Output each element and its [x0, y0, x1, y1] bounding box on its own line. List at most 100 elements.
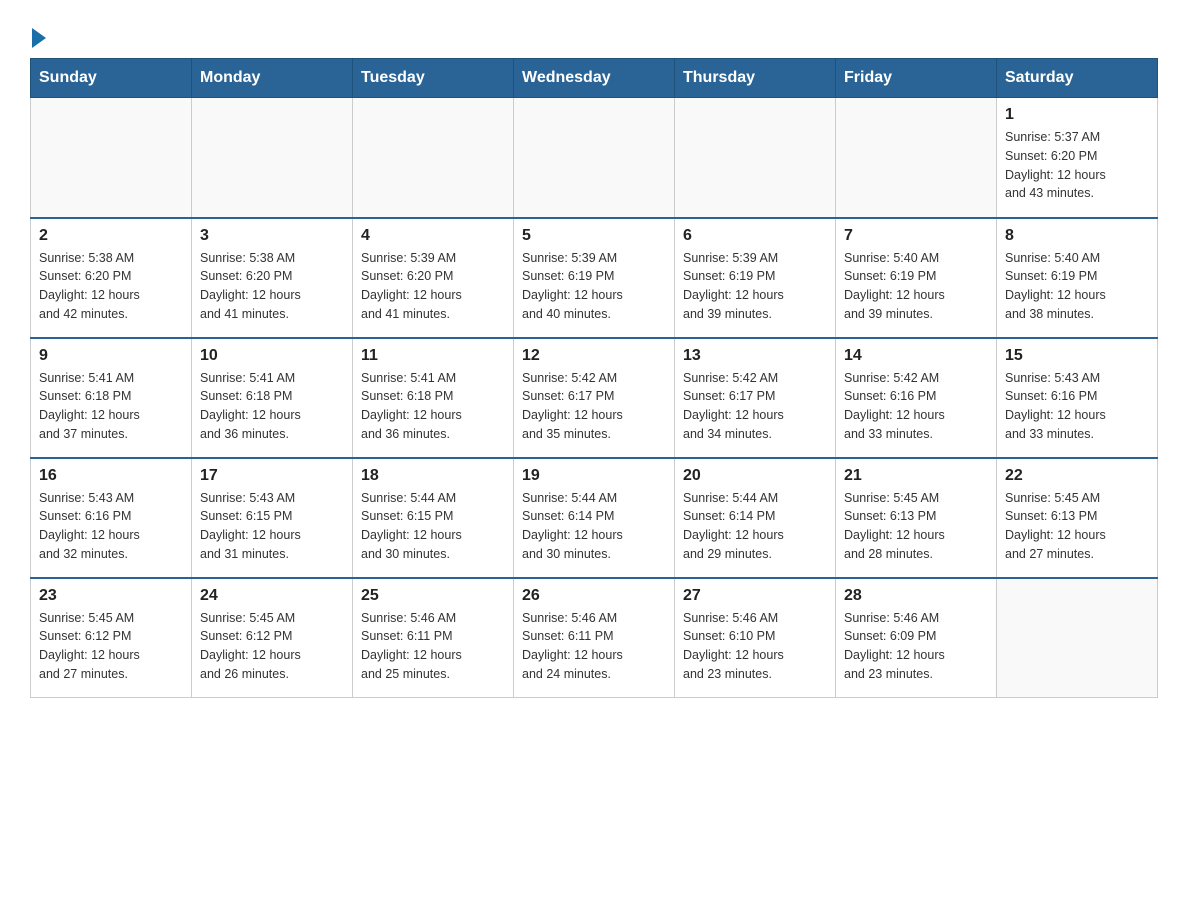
- day-info: Sunrise: 5:43 AM Sunset: 6:15 PM Dayligh…: [200, 489, 344, 564]
- calendar-day-cell: 8 Sunrise: 5:40 AM Sunset: 6:19 PM Daylig…: [997, 218, 1158, 338]
- calendar-day-cell: [31, 98, 192, 218]
- day-info: Sunrise: 5:41 AM Sunset: 6:18 PM Dayligh…: [200, 369, 344, 444]
- calendar-table: SundayMondayTuesdayWednesdayThursdayFrid…: [30, 58, 1158, 698]
- day-info: Sunrise: 5:46 AM Sunset: 6:11 PM Dayligh…: [361, 609, 505, 684]
- calendar-day-cell: 10Sunrise: 5:41 AM Sunset: 6:18 PM Dayli…: [192, 338, 353, 458]
- calendar-week-row: 16 Sunrise: 5:43 AM Sunset: 6:16 PM Dayli…: [31, 458, 1158, 578]
- day-info: Sunrise: 5:40 AM Sunset: 6:19 PM Dayligh…: [844, 249, 988, 324]
- day-info: Sunrise: 5:42 AM Sunset: 6:16 PM Dayligh…: [844, 369, 988, 444]
- calendar-day-cell: [514, 98, 675, 218]
- day-info: Sunrise: 5:45 AM Sunset: 6:13 PM Dayligh…: [1005, 489, 1149, 564]
- calendar-day-cell: 12 Sunrise: 5:42 AM Sunset: 6:17 PM Dayli…: [514, 338, 675, 458]
- weekday-header-friday: Friday: [836, 59, 997, 98]
- calendar-day-cell: [353, 98, 514, 218]
- day-info: Sunrise: 5:46 AM Sunset: 6:09 PM Dayligh…: [844, 609, 988, 684]
- day-info: Sunrise: 5:44 AM Sunset: 6:14 PM Dayligh…: [683, 489, 827, 564]
- logo-text: [30, 30, 46, 48]
- day-info: Sunrise: 5:39 AM Sunset: 6:19 PM Dayligh…: [683, 249, 827, 324]
- day-number: 1: [1005, 106, 1149, 124]
- day-number: 25: [361, 587, 505, 605]
- calendar-day-cell: 22Sunrise: 5:45 AM Sunset: 6:13 PM Dayli…: [997, 458, 1158, 578]
- day-number: 26: [522, 587, 666, 605]
- day-info: Sunrise: 5:37 AM Sunset: 6:20 PM Dayligh…: [1005, 128, 1149, 203]
- day-info: Sunrise: 5:43 AM Sunset: 6:16 PM Dayligh…: [1005, 369, 1149, 444]
- day-info: Sunrise: 5:41 AM Sunset: 6:18 PM Dayligh…: [361, 369, 505, 444]
- day-info: Sunrise: 5:41 AM Sunset: 6:18 PM Dayligh…: [39, 369, 183, 444]
- day-number: 8: [1005, 227, 1149, 245]
- calendar-day-cell: 4 Sunrise: 5:39 AM Sunset: 6:20 PM Daylig…: [353, 218, 514, 338]
- day-number: 7: [844, 227, 988, 245]
- day-info: Sunrise: 5:45 AM Sunset: 6:13 PM Dayligh…: [844, 489, 988, 564]
- day-info: Sunrise: 5:39 AM Sunset: 6:20 PM Dayligh…: [361, 249, 505, 324]
- day-info: Sunrise: 5:45 AM Sunset: 6:12 PM Dayligh…: [39, 609, 183, 684]
- calendar-day-cell: 27 Sunrise: 5:46 AM Sunset: 6:10 PM Dayli…: [675, 578, 836, 698]
- page-header: [30, 20, 1158, 48]
- day-info: Sunrise: 5:39 AM Sunset: 6:19 PM Dayligh…: [522, 249, 666, 324]
- calendar-day-cell: 2 Sunrise: 5:38 AM Sunset: 6:20 PM Daylig…: [31, 218, 192, 338]
- calendar-header-row: SundayMondayTuesdayWednesdayThursdayFrid…: [31, 59, 1158, 98]
- calendar-day-cell: 3 Sunrise: 5:38 AM Sunset: 6:20 PM Daylig…: [192, 218, 353, 338]
- day-number: 2: [39, 227, 183, 245]
- day-number: 18: [361, 467, 505, 485]
- day-number: 13: [683, 347, 827, 365]
- day-number: 4: [361, 227, 505, 245]
- day-number: 3: [200, 227, 344, 245]
- weekday-header-monday: Monday: [192, 59, 353, 98]
- calendar-day-cell: 17 Sunrise: 5:43 AM Sunset: 6:15 PM Dayli…: [192, 458, 353, 578]
- calendar-week-row: 23 Sunrise: 5:45 AM Sunset: 6:12 PM Dayli…: [31, 578, 1158, 698]
- weekday-header-tuesday: Tuesday: [353, 59, 514, 98]
- calendar-day-cell: 6 Sunrise: 5:39 AM Sunset: 6:19 PM Daylig…: [675, 218, 836, 338]
- day-number: 27: [683, 587, 827, 605]
- day-number: 14: [844, 347, 988, 365]
- calendar-day-cell: 26 Sunrise: 5:46 AM Sunset: 6:11 PM Dayli…: [514, 578, 675, 698]
- day-number: 28: [844, 587, 988, 605]
- calendar-day-cell: 18 Sunrise: 5:44 AM Sunset: 6:15 PM Dayli…: [353, 458, 514, 578]
- day-number: 5: [522, 227, 666, 245]
- calendar-day-cell: [192, 98, 353, 218]
- logo: [30, 30, 46, 48]
- day-info: Sunrise: 5:38 AM Sunset: 6:20 PM Dayligh…: [200, 249, 344, 324]
- calendar-day-cell: 13 Sunrise: 5:42 AM Sunset: 6:17 PM Dayli…: [675, 338, 836, 458]
- day-number: 23: [39, 587, 183, 605]
- day-info: Sunrise: 5:42 AM Sunset: 6:17 PM Dayligh…: [522, 369, 666, 444]
- logo-arrow-icon: [32, 28, 46, 48]
- day-info: Sunrise: 5:46 AM Sunset: 6:10 PM Dayligh…: [683, 609, 827, 684]
- day-info: Sunrise: 5:42 AM Sunset: 6:17 PM Dayligh…: [683, 369, 827, 444]
- calendar-day-cell: 11 Sunrise: 5:41 AM Sunset: 6:18 PM Dayli…: [353, 338, 514, 458]
- day-number: 24: [200, 587, 344, 605]
- weekday-header-wednesday: Wednesday: [514, 59, 675, 98]
- calendar-week-row: 9 Sunrise: 5:41 AM Sunset: 6:18 PM Daylig…: [31, 338, 1158, 458]
- calendar-day-cell: 16 Sunrise: 5:43 AM Sunset: 6:16 PM Dayli…: [31, 458, 192, 578]
- day-info: Sunrise: 5:40 AM Sunset: 6:19 PM Dayligh…: [1005, 249, 1149, 324]
- weekday-header-saturday: Saturday: [997, 59, 1158, 98]
- calendar-day-cell: [836, 98, 997, 218]
- calendar-day-cell: 14 Sunrise: 5:42 AM Sunset: 6:16 PM Dayli…: [836, 338, 997, 458]
- day-number: 15: [1005, 347, 1149, 365]
- calendar-day-cell: 19Sunrise: 5:44 AM Sunset: 6:14 PM Dayli…: [514, 458, 675, 578]
- calendar-day-cell: 24 Sunrise: 5:45 AM Sunset: 6:12 PM Dayli…: [192, 578, 353, 698]
- day-info: Sunrise: 5:43 AM Sunset: 6:16 PM Dayligh…: [39, 489, 183, 564]
- day-number: 17: [200, 467, 344, 485]
- calendar-day-cell: 7 Sunrise: 5:40 AM Sunset: 6:19 PM Daylig…: [836, 218, 997, 338]
- weekday-header-thursday: Thursday: [675, 59, 836, 98]
- day-number: 9: [39, 347, 183, 365]
- calendar-week-row: 2 Sunrise: 5:38 AM Sunset: 6:20 PM Daylig…: [31, 218, 1158, 338]
- calendar-day-cell: 28 Sunrise: 5:46 AM Sunset: 6:09 PM Dayli…: [836, 578, 997, 698]
- day-number: 20: [683, 467, 827, 485]
- calendar-day-cell: 5 Sunrise: 5:39 AM Sunset: 6:19 PM Daylig…: [514, 218, 675, 338]
- calendar-week-row: 1 Sunrise: 5:37 AM Sunset: 6:20 PM Daylig…: [31, 98, 1158, 218]
- weekday-header-sunday: Sunday: [31, 59, 192, 98]
- day-info: Sunrise: 5:44 AM Sunset: 6:15 PM Dayligh…: [361, 489, 505, 564]
- day-number: 16: [39, 467, 183, 485]
- day-number: 11: [361, 347, 505, 365]
- day-number: 12: [522, 347, 666, 365]
- day-info: Sunrise: 5:46 AM Sunset: 6:11 PM Dayligh…: [522, 609, 666, 684]
- day-number: 6: [683, 227, 827, 245]
- day-info: Sunrise: 5:38 AM Sunset: 6:20 PM Dayligh…: [39, 249, 183, 324]
- calendar-day-cell: 20 Sunrise: 5:44 AM Sunset: 6:14 PM Dayli…: [675, 458, 836, 578]
- calendar-day-cell: 15 Sunrise: 5:43 AM Sunset: 6:16 PM Dayli…: [997, 338, 1158, 458]
- calendar-day-cell: [997, 578, 1158, 698]
- calendar-day-cell: 1 Sunrise: 5:37 AM Sunset: 6:20 PM Daylig…: [997, 98, 1158, 218]
- calendar-day-cell: 25 Sunrise: 5:46 AM Sunset: 6:11 PM Dayli…: [353, 578, 514, 698]
- day-info: Sunrise: 5:45 AM Sunset: 6:12 PM Dayligh…: [200, 609, 344, 684]
